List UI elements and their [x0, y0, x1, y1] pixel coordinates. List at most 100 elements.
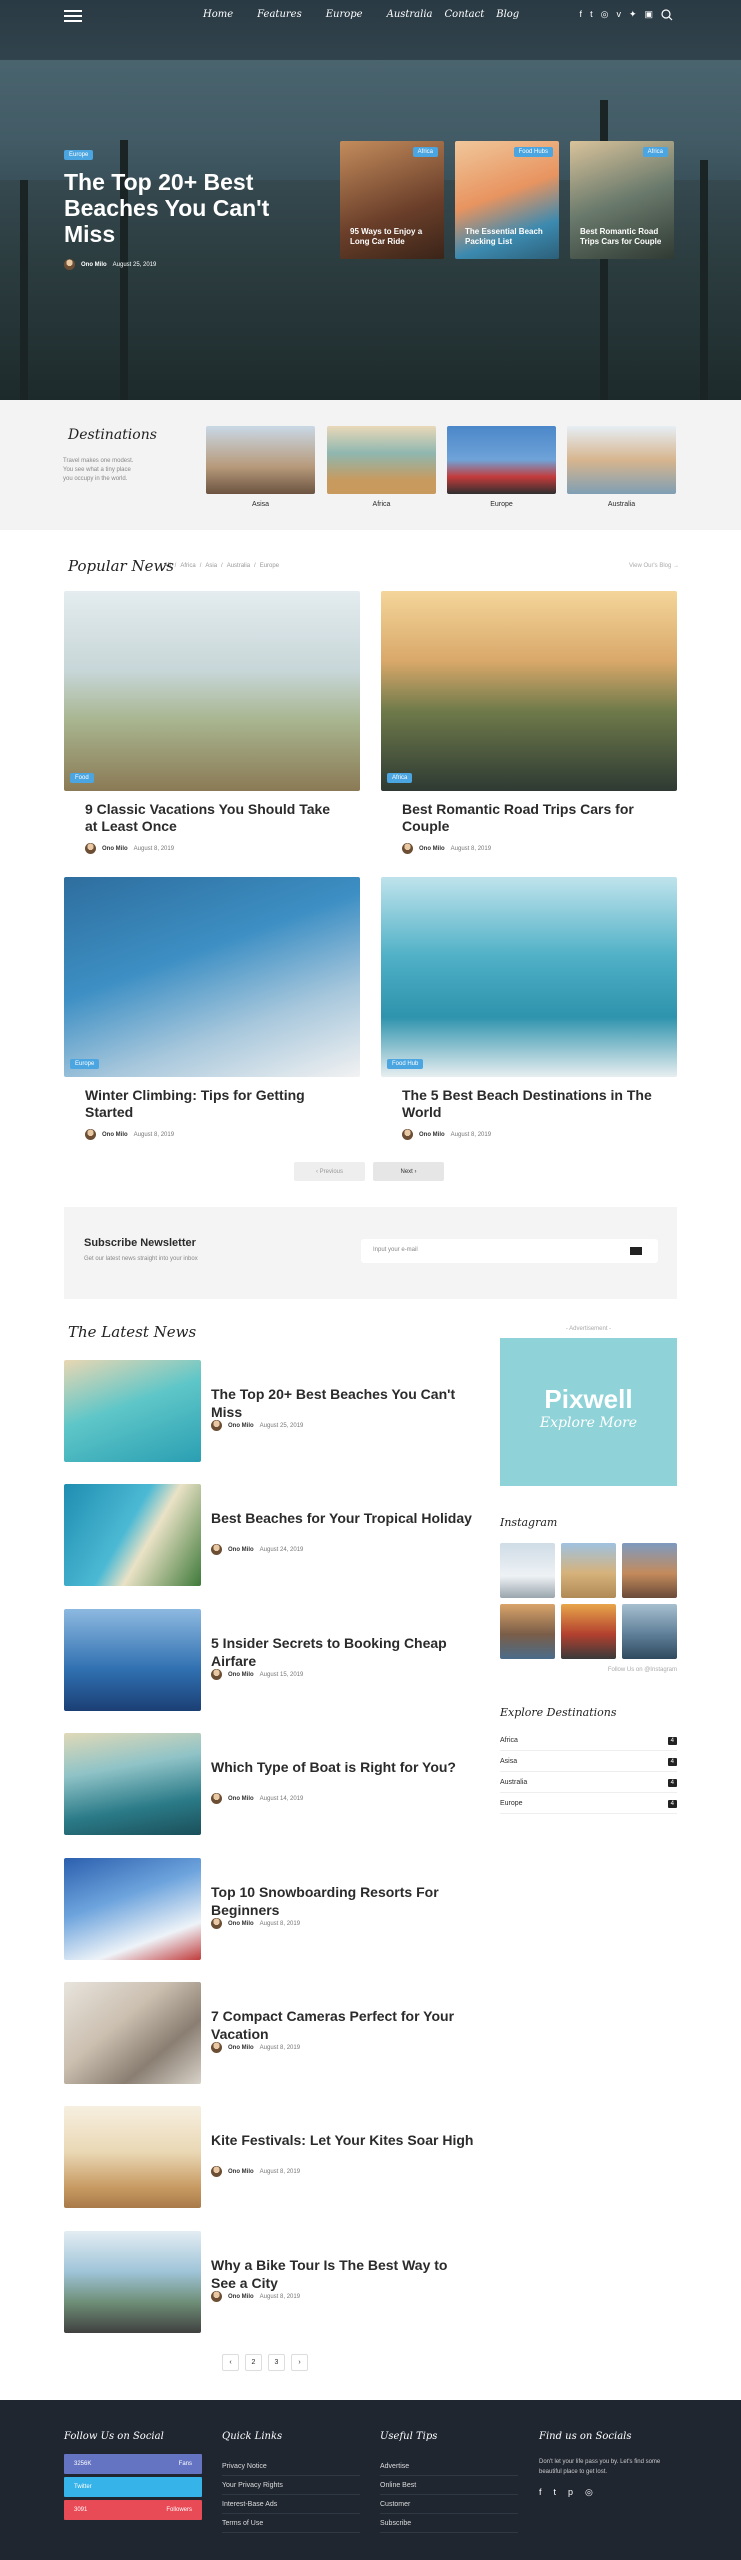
twitter-icon[interactable]: t — [554, 2487, 557, 2498]
list-item[interactable]: Best Beaches for Your Tropical Holiday O… — [64, 1484, 474, 1586]
footer-link[interactable]: Subscribe — [380, 2514, 518, 2533]
category-tag[interactable]: Africa — [642, 147, 668, 157]
author-name[interactable]: Ono Milo — [102, 846, 128, 852]
nav-link-europe[interactable]: Europe — [326, 9, 363, 20]
page-3-button[interactable]: 3 — [268, 2354, 285, 2371]
post-title[interactable]: 9 Classic Vacations You Should Take at L… — [85, 801, 338, 835]
category-tag[interactable]: Food Hubs — [513, 147, 553, 157]
instagram-photo[interactable] — [622, 1543, 677, 1598]
post-title[interactable]: 5 Insider Secrets to Booking Cheap Airfa… — [211, 1634, 474, 1670]
filter-europe[interactable]: Europe — [260, 563, 279, 569]
post-title[interactable]: The 5 Best Beach Destinations in The Wor… — [402, 1087, 655, 1121]
email-field[interactable]: Input your e-mail — [361, 1239, 658, 1263]
post-card[interactable]: Europe Winter Climbing: Tips for Getting… — [64, 877, 360, 1140]
post-title[interactable]: Why a Bike Tour Is The Best Way to See a… — [211, 2256, 474, 2292]
post-title[interactable]: Winter Climbing: Tips for Getting Starte… — [85, 1087, 338, 1121]
nav-link-blog[interactable]: Blog — [496, 9, 519, 20]
previous-button[interactable]: ‹ Previous — [294, 1162, 365, 1181]
author-name[interactable]: Ono Milo — [228, 1796, 254, 1802]
post-image[interactable] — [64, 1733, 201, 1835]
instagram-photo[interactable] — [561, 1604, 616, 1659]
author-name[interactable]: Ono Milo — [419, 846, 445, 852]
category-tag[interactable]: Food Hub — [387, 1059, 424, 1069]
vimeo-icon[interactable]: v — [616, 9, 621, 21]
instagram-icon[interactable]: ◎ — [585, 2487, 593, 2498]
destination-label[interactable]: Australia — [567, 501, 676, 508]
category-tag[interactable]: Europe — [64, 150, 94, 160]
post-image[interactable]: Europe — [64, 877, 360, 1077]
author-name[interactable]: Ono Milo — [228, 2294, 254, 2300]
twitter-icon[interactable]: t — [590, 9, 593, 21]
destination-label[interactable]: Asisa — [206, 501, 315, 508]
page-2-button[interactable]: 2 — [245, 2354, 262, 2371]
nav-link-features[interactable]: Features — [257, 9, 302, 20]
hero-card[interactable]: Food Hubs The Essential Beach Packing Li… — [455, 141, 559, 259]
explore-name[interactable]: Asisa — [500, 1758, 517, 1765]
destination-card[interactable]: Australia — [567, 426, 676, 508]
post-title[interactable]: Kite Festivals: Let Your Kites Soar High — [211, 2131, 474, 2149]
advertisement-banner[interactable]: Pixwell Explore More — [500, 1338, 677, 1486]
list-item[interactable]: Why a Bike Tour Is The Best Way to See a… — [64, 2231, 474, 2333]
author-name[interactable]: Ono Milo — [228, 1547, 254, 1553]
page-prev-button[interactable]: ‹ — [222, 2354, 239, 2371]
author-name[interactable]: Ono Milo — [228, 2045, 254, 2051]
post-image[interactable] — [64, 1484, 201, 1586]
footer-link[interactable]: Your Privacy Rights — [222, 2476, 360, 2495]
instagram-photo[interactable] — [500, 1604, 555, 1659]
instagram-photo[interactable] — [622, 1604, 677, 1659]
post-title[interactable]: Best Beaches for Your Tropical Holiday — [211, 1509, 474, 1527]
footer-link[interactable]: Customer — [380, 2495, 518, 2514]
destination-label[interactable]: Europe — [447, 501, 556, 508]
nav-link-home[interactable]: Home — [203, 9, 233, 20]
hero-card-title[interactable]: The Essential Beach Packing List — [465, 227, 551, 247]
destination-image[interactable] — [206, 426, 315, 494]
facebook-fans-button[interactable]: 3256K Fans — [64, 2454, 202, 2474]
explore-item[interactable]: Australia 4 — [500, 1773, 677, 1793]
list-item[interactable]: Which Type of Boat is Right for You? Ono… — [64, 1733, 474, 1835]
instagram-icon[interactable]: ◎ — [601, 9, 609, 21]
destination-card[interactable]: Asisa — [206, 426, 315, 508]
filter-africa[interactable]: Africa — [180, 563, 195, 569]
facebook-icon[interactable]: f — [580, 9, 583, 21]
author-name[interactable]: Ono Milo — [228, 2169, 254, 2175]
explore-name[interactable]: Africa — [500, 1737, 518, 1744]
author-name[interactable]: Ono Milo — [419, 1132, 445, 1138]
post-image[interactable] — [64, 1609, 201, 1711]
category-tag[interactable]: Africa — [412, 147, 438, 157]
destination-image[interactable] — [327, 426, 436, 494]
explore-item[interactable]: Europe 4 — [500, 1794, 677, 1814]
author-name[interactable]: Ono Milo — [102, 1132, 128, 1138]
filter-asia[interactable]: Asia — [205, 563, 217, 569]
post-title[interactable]: Top 10 Snowboarding Resorts For Beginner… — [211, 1883, 474, 1919]
post-image[interactable]: Food Hub — [381, 877, 677, 1077]
view-all-link[interactable]: View Our's Blog → — [629, 563, 679, 569]
explore-name[interactable]: Australia — [500, 1779, 527, 1786]
facebook-icon[interactable]: f — [539, 2487, 542, 2498]
nav-link-contact[interactable]: Contact — [445, 9, 485, 20]
list-item[interactable]: Kite Festivals: Let Your Kites Soar High… — [64, 2106, 474, 2208]
post-image[interactable]: Food — [64, 591, 360, 791]
post-title[interactable]: 7 Compact Cameras Perfect for Your Vacat… — [211, 2007, 474, 2043]
instagram-follow-link[interactable]: Follow Us on @Instagram — [500, 1667, 677, 1673]
post-title[interactable]: Which Type of Boat is Right for You? — [211, 1758, 474, 1776]
category-tag[interactable]: Europe — [70, 1059, 100, 1069]
post-title[interactable]: Best Romantic Road Trips Cars for Couple — [402, 801, 655, 835]
instagram-photo[interactable] — [561, 1543, 616, 1598]
post-title[interactable]: The Top 20+ Best Beaches You Can't Miss — [211, 1385, 474, 1421]
explore-name[interactable]: Europe — [500, 1800, 523, 1807]
explore-item[interactable]: Asisa 4 — [500, 1752, 677, 1772]
hero-card[interactable]: Africa Best Romantic Road Trips Cars for… — [570, 141, 674, 259]
footer-link[interactable]: Advertise — [380, 2457, 518, 2476]
instagram-photo[interactable] — [500, 1543, 555, 1598]
author-name[interactable]: Ono Milo — [81, 262, 107, 268]
list-item[interactable]: The Top 20+ Best Beaches You Can't Miss … — [64, 1360, 474, 1462]
footer-link[interactable]: Interest-Base Ads — [222, 2495, 360, 2514]
pinterest-button[interactable]: 3091 Followers — [64, 2500, 202, 2520]
destination-card[interactable]: Africa — [327, 426, 436, 508]
filter-australia[interactable]: Australia — [227, 563, 250, 569]
twitter-button[interactable]: Twitter — [64, 2477, 202, 2497]
author-name[interactable]: Ono Milo — [228, 1423, 254, 1429]
hero-card-title[interactable]: 95 Ways to Enjoy a Long Car Ride — [350, 227, 436, 247]
hero-featured-post[interactable]: Europe The Top 20+ Best Beaches You Can'… — [64, 143, 304, 270]
filter-all[interactable]: All — [164, 563, 171, 569]
